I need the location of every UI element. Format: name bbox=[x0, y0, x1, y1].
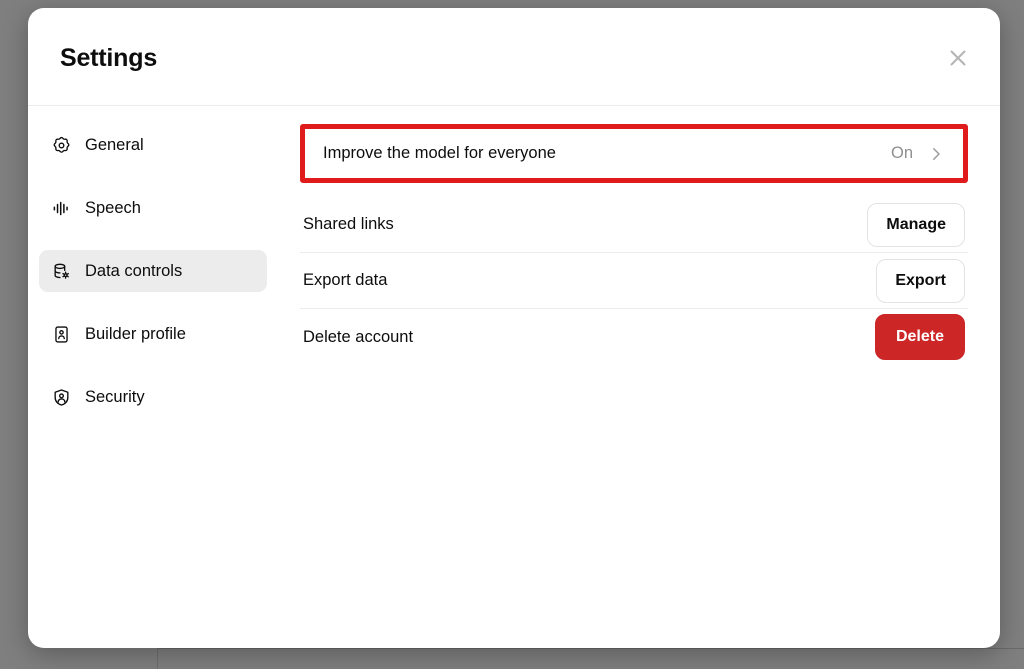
manage-button[interactable]: Manage bbox=[867, 202, 965, 247]
settings-sidebar: General Speech Data controls Builder pro… bbox=[28, 106, 278, 647]
sidebar-item-label: Builder profile bbox=[85, 324, 186, 343]
export-button[interactable]: Export bbox=[876, 258, 965, 303]
shield-person-icon bbox=[51, 387, 71, 407]
waveform-icon bbox=[51, 198, 71, 218]
sidebar-item-label: General bbox=[85, 135, 144, 154]
id-card-icon bbox=[51, 324, 71, 344]
sidebar-item-general[interactable]: General bbox=[39, 124, 267, 166]
settings-modal: Settings General Speech Data controls Bu… bbox=[28, 8, 1000, 648]
row-label: Delete account bbox=[303, 327, 414, 346]
modal-body: General Speech Data controls Builder pro… bbox=[28, 106, 1000, 647]
settings-content-panel: Improve the model for everyone On Shared… bbox=[278, 106, 1000, 647]
sidebar-item-label: Speech bbox=[85, 198, 141, 217]
row-export-data: Export data Export bbox=[300, 253, 968, 309]
delete-button[interactable]: Delete bbox=[874, 314, 965, 360]
improve-model-control[interactable]: On bbox=[891, 144, 945, 163]
row-label: Shared links bbox=[303, 215, 394, 233]
gear-icon bbox=[51, 135, 71, 155]
sidebar-item-label: Data controls bbox=[85, 261, 183, 280]
database-gear-icon bbox=[51, 261, 71, 281]
page-title: Settings bbox=[60, 44, 158, 72]
sidebar-item-security[interactable]: Security bbox=[39, 376, 267, 418]
close-icon bbox=[947, 47, 969, 69]
row-delete-account: Delete account Delete bbox=[300, 309, 968, 365]
sidebar-item-data-controls[interactable]: Data controls bbox=[39, 250, 267, 292]
modal-header: Settings bbox=[28, 8, 1000, 106]
row-improve-the-model[interactable]: Improve the model for everyone On bbox=[300, 124, 968, 183]
close-button[interactable] bbox=[942, 42, 974, 74]
row-label: Export data bbox=[303, 271, 388, 289]
row-shared-links: Shared links Manage bbox=[300, 197, 968, 253]
chevron-right-icon bbox=[927, 145, 945, 163]
sidebar-item-speech[interactable]: Speech bbox=[39, 187, 267, 229]
row-label: Improve the model for everyone bbox=[323, 144, 556, 162]
sidebar-item-builder-profile[interactable]: Builder profile bbox=[39, 313, 267, 355]
status-badge: On bbox=[890, 144, 913, 162]
sidebar-item-label: Security bbox=[85, 387, 145, 406]
